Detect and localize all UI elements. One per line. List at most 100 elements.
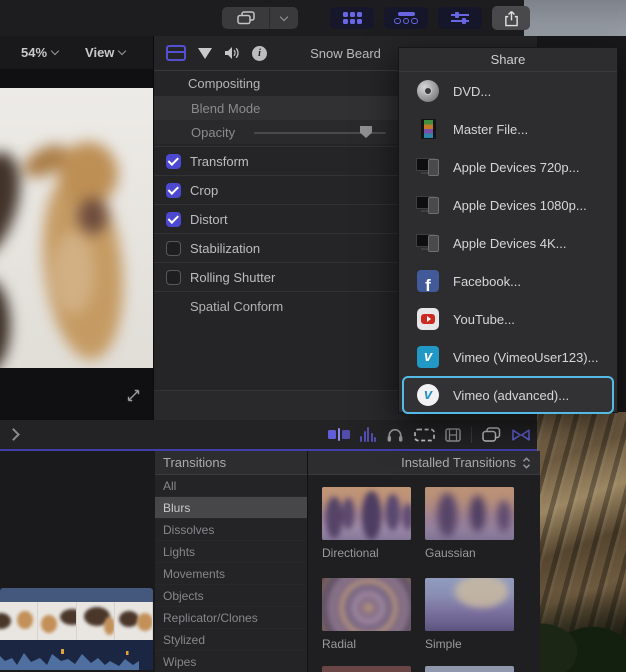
- distort-label: Distort: [190, 212, 228, 227]
- menu-item-youtube[interactable]: YouTube...: [399, 300, 617, 338]
- menu-item-label: Apple Devices 720p...: [453, 160, 579, 175]
- menu-item-vimeo-user[interactable]: Vimeo (VimeoUser123)...: [399, 338, 617, 376]
- crop-checkbox[interactable]: [166, 183, 181, 198]
- film-frame-icon[interactable]: [445, 428, 461, 442]
- category-lights[interactable]: Lights: [155, 541, 307, 563]
- timeline-clip[interactable]: [0, 588, 153, 670]
- menu-item-label: Vimeo (advanced)...: [453, 388, 569, 403]
- spatial-conform-label: Spatial Conform: [190, 299, 283, 314]
- menu-item-dvd[interactable]: DVD...: [399, 72, 617, 110]
- distort-checkbox[interactable]: [166, 212, 181, 227]
- installed-transitions-label[interactable]: Installed Transitions: [401, 455, 516, 470]
- transition-thumbnail-partial[interactable]: [322, 666, 411, 672]
- transitions-browser-icon[interactable]: [511, 428, 531, 442]
- share-export-icon: [504, 10, 519, 27]
- transitions-sidebar-header: Transitions: [155, 451, 307, 475]
- audio-waveform-icon[interactable]: [360, 427, 376, 442]
- menu-item-label: DVD...: [453, 84, 491, 99]
- wallpaper-sky: [522, 0, 626, 36]
- color-inspector-icon[interactable]: [198, 48, 212, 59]
- menu-item-vimeo-advanced[interactable]: Vimeo (advanced)...: [402, 376, 614, 414]
- filmstrip-frame: [0, 602, 38, 640]
- category-movements[interactable]: Movements: [155, 563, 307, 585]
- category-all[interactable]: All: [155, 475, 307, 497]
- filmstrip-frame: [38, 602, 76, 640]
- expand-viewer-button[interactable]: [126, 388, 142, 404]
- effects-browser-icon[interactable]: [482, 427, 501, 442]
- vimeo-square-icon: [417, 346, 439, 368]
- viewer-toolbar: 54% View: [0, 36, 153, 69]
- stabilization-checkbox[interactable]: [166, 241, 181, 256]
- filmstrip-frame: [77, 602, 115, 640]
- timeline-pane: [0, 451, 155, 672]
- stabilization-label: Stabilization: [190, 241, 260, 256]
- clip-skimming-icon[interactable]: [414, 428, 435, 442]
- transitions-sidebar: Transitions All Blurs Dissolves Lights M…: [155, 451, 308, 672]
- inspector-tabs: [154, 45, 267, 61]
- transitions-grid-header: Installed Transitions: [308, 451, 540, 475]
- category-stylized[interactable]: Stylized: [155, 629, 307, 651]
- apple-devices-icon: [416, 234, 440, 252]
- audio-controls-button[interactable]: [438, 7, 482, 29]
- category-blurs[interactable]: Blurs: [155, 497, 307, 519]
- menu-item-apple-devices-1080p[interactable]: Apple Devices 1080p...: [399, 186, 617, 224]
- menu-item-label: Master File...: [453, 122, 528, 137]
- transition-label: Gaussian: [425, 546, 476, 560]
- share-menu: Share DVD... Master File... Apple Device…: [398, 47, 618, 413]
- info-inspector-icon[interactable]: [252, 46, 267, 61]
- transition-gaussian[interactable]: [425, 487, 514, 540]
- menu-item-label: Apple Devices 4K...: [453, 236, 566, 251]
- headphones-icon[interactable]: [386, 427, 404, 443]
- film-strip-icon: [421, 119, 436, 139]
- final-cut-pro-window: 54% View Snow Beard: [0, 0, 626, 672]
- share-button[interactable]: [492, 6, 530, 30]
- menu-item-label: YouTube...: [453, 312, 515, 327]
- video-inspector-icon[interactable]: [166, 45, 186, 61]
- menu-item-label: Facebook...: [453, 274, 521, 289]
- facebook-icon: [417, 270, 439, 292]
- crop-label: Crop: [190, 183, 218, 198]
- viewer-pane: 54% View: [0, 36, 153, 420]
- menu-item-apple-devices-4k[interactable]: Apple Devices 4K...: [399, 224, 617, 262]
- media-arrange-button-group[interactable]: [222, 7, 298, 29]
- opacity-label: Opacity: [191, 125, 235, 140]
- vimeo-circle-icon: [417, 384, 439, 406]
- zoom-level-menu[interactable]: 54%: [21, 45, 58, 60]
- view-menu[interactable]: View: [85, 45, 125, 60]
- youtube-icon: [417, 308, 439, 330]
- transition-label: Radial: [322, 637, 356, 651]
- transform-checkbox[interactable]: [166, 154, 181, 169]
- menu-item-master-file[interactable]: Master File...: [399, 110, 617, 148]
- category-replicator-clones[interactable]: Replicator/Clones: [155, 607, 307, 629]
- transition-label: Simple: [425, 637, 462, 651]
- browser-grid-button[interactable]: [330, 7, 374, 29]
- menu-item-apple-devices-720p[interactable]: Apple Devices 720p...: [399, 148, 617, 186]
- category-wipes[interactable]: Wipes: [155, 651, 307, 672]
- apple-devices-icon: [416, 196, 440, 214]
- transition-simple[interactable]: [425, 578, 514, 631]
- transition-thumbnail-partial[interactable]: [425, 666, 514, 672]
- view-menu-label: View: [85, 45, 114, 60]
- timeline-index-button[interactable]: [384, 7, 428, 29]
- media-arrange-icon[interactable]: [222, 7, 270, 29]
- chevron-down-icon: [118, 47, 126, 55]
- sliders-icon: [451, 14, 469, 22]
- dvd-disc-icon: [417, 80, 439, 102]
- category-objects[interactable]: Objects: [155, 585, 307, 607]
- rolling-shutter-checkbox[interactable]: [166, 270, 181, 285]
- transition-label: Directional: [322, 546, 379, 560]
- transition-radial[interactable]: [322, 578, 411, 631]
- menu-item-label: Apple Devices 1080p...: [453, 198, 587, 213]
- menu-item-facebook[interactable]: Facebook...: [399, 262, 617, 300]
- arrange-dropdown-button[interactable]: [270, 7, 298, 29]
- share-menu-title: Share: [399, 48, 617, 72]
- opacity-slider-thumb[interactable]: [360, 126, 372, 138]
- chevron-right-icon[interactable]: [7, 428, 20, 441]
- category-dissolves[interactable]: Dissolves: [155, 519, 307, 541]
- chevron-down-icon: [51, 47, 59, 55]
- sort-chevrons-icon[interactable]: [522, 456, 531, 470]
- audio-inspector-icon[interactable]: [224, 46, 240, 60]
- menu-item-label: Vimeo (VimeoUser123)...: [453, 350, 598, 365]
- trim-tool-icon[interactable]: [328, 428, 350, 441]
- transition-directional[interactable]: [322, 487, 411, 540]
